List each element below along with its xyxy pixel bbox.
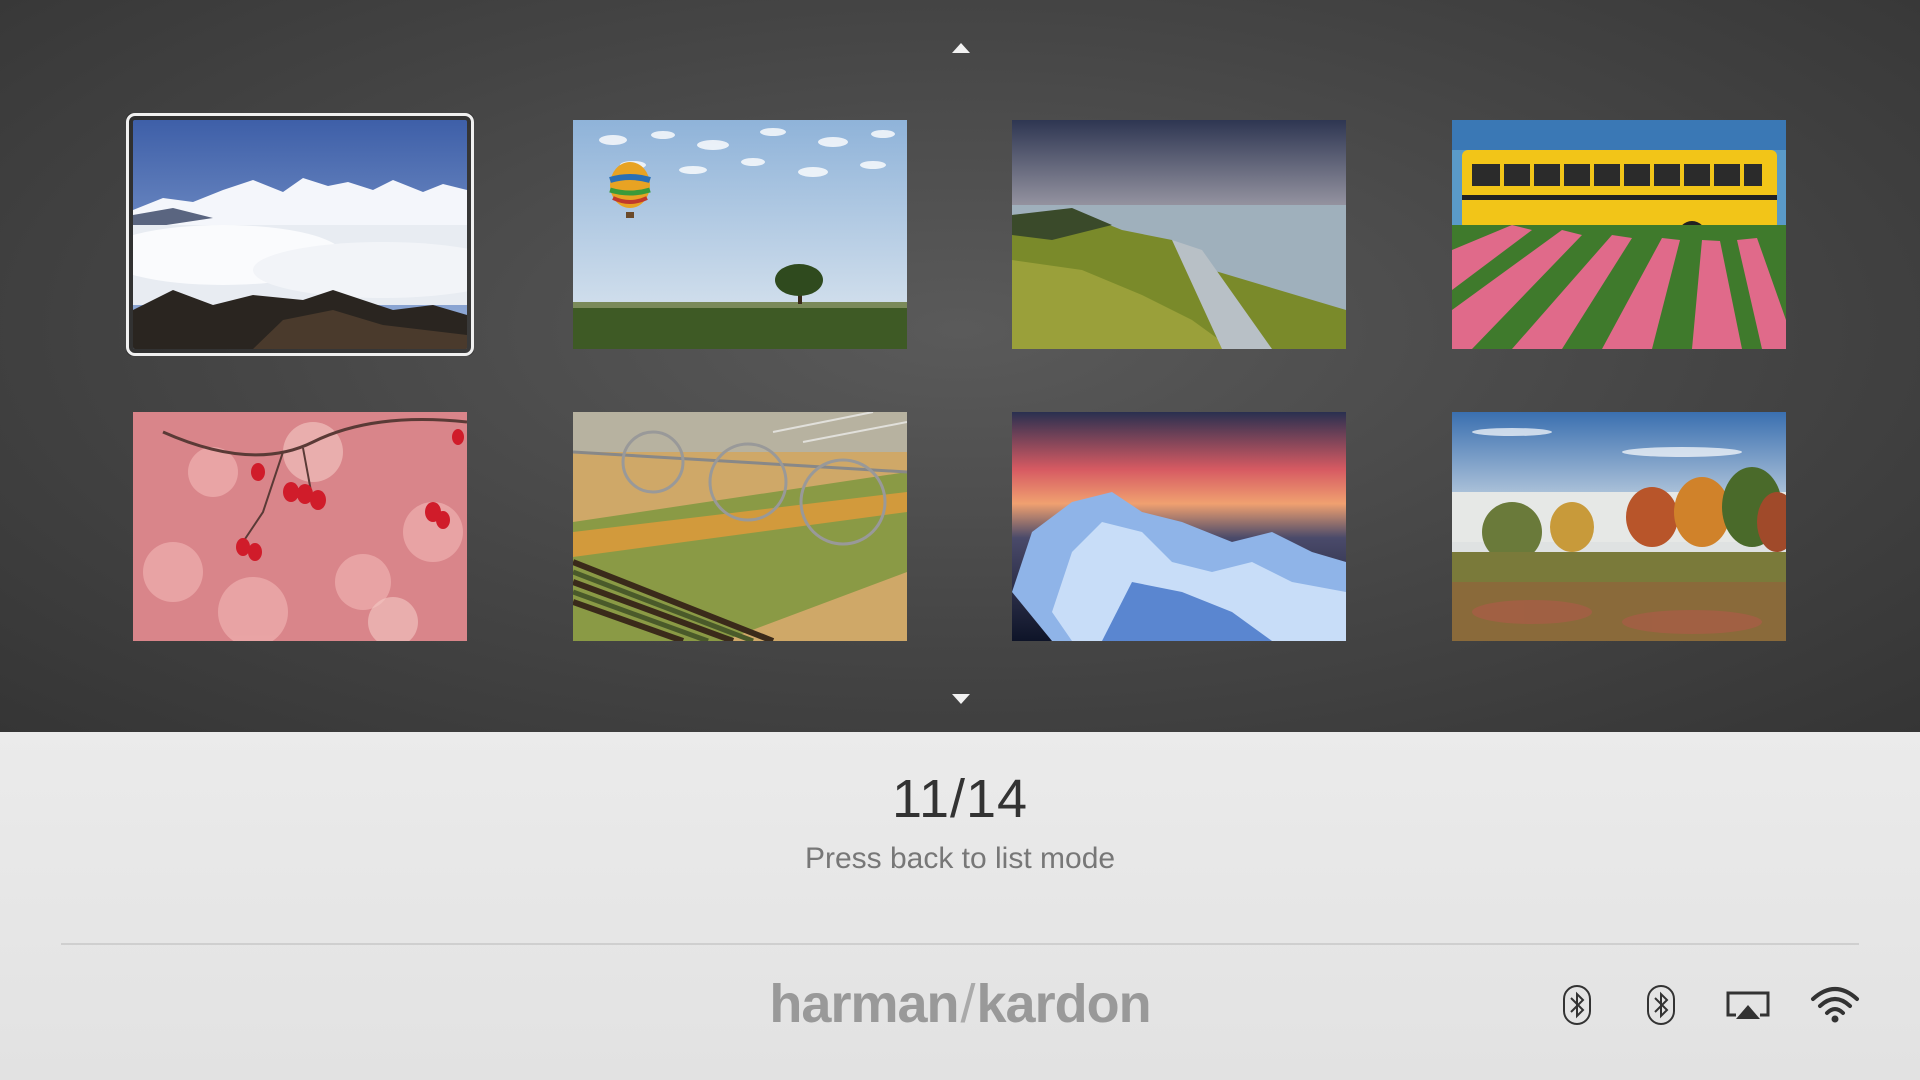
- bluetooth-icon: [1563, 985, 1591, 1025]
- bluetooth-icon: [1647, 985, 1675, 1025]
- photo-thumbnail-berries[interactable]: [133, 412, 467, 641]
- triangle-down-icon[interactable]: [952, 694, 970, 704]
- photo-gallery: [0, 0, 1920, 732]
- photo-thumbnail-balloon[interactable]: [573, 120, 907, 349]
- brand-logo: harman/kardon: [0, 973, 1920, 1035]
- brand-logo-separator: /: [960, 974, 976, 1034]
- triangle-up-icon[interactable]: [952, 43, 970, 53]
- photo-thumbnail-bus[interactable]: [1452, 120, 1786, 349]
- airplay-icon: [1726, 991, 1770, 1019]
- photo-thumbnail-coast[interactable]: [1012, 120, 1346, 349]
- photo-thumbnail-autumn[interactable]: [1452, 412, 1786, 641]
- photo-thumbnail-irrigation[interactable]: [573, 412, 907, 641]
- wifi-icon: [1811, 987, 1859, 1023]
- brand-logo-right: kardon: [976, 974, 1152, 1034]
- hint-text: Press back to list mode: [804, 842, 1116, 875]
- brand-logo-left: harman: [769, 974, 959, 1034]
- photo-thumbnail-mountains[interactable]: [126, 113, 474, 356]
- photo-counter: 11/14: [891, 769, 1029, 829]
- photo-thumbnail-ice[interactable]: [1012, 412, 1346, 641]
- divider: [61, 943, 1859, 945]
